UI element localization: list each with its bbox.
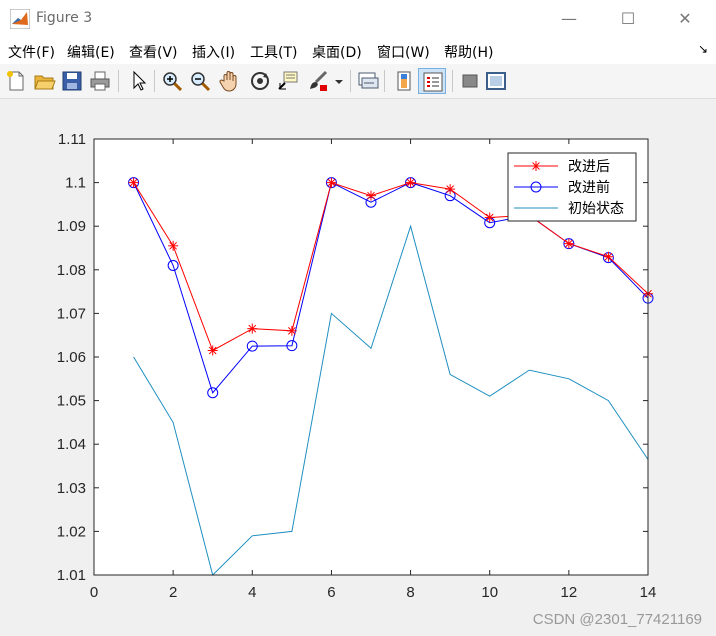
- open-folder-icon[interactable]: [32, 69, 56, 93]
- y-tick-label: 1.06: [57, 349, 86, 366]
- y-tick-label: 1.09: [57, 218, 86, 235]
- x-tick-label: 10: [481, 584, 498, 601]
- menu-view[interactable]: 查看(V): [129, 42, 178, 62]
- save-icon[interactable]: [60, 69, 84, 93]
- zoom-in-icon[interactable]: [160, 69, 184, 93]
- x-tick-label: 4: [248, 584, 256, 601]
- y-tick-label: 1.07: [57, 305, 86, 322]
- colorbar-icon[interactable]: [392, 69, 416, 93]
- menu-bar: 文件(F) 编辑(E) 查看(V) 插入(I) 工具(T) 桌面(D) 窗口(W…: [0, 38, 716, 64]
- y-tick-label: 1.01: [57, 567, 86, 584]
- y-tick-label: 1.1: [65, 175, 86, 192]
- legend-marker: [531, 161, 541, 171]
- pan-hand-icon[interactable]: [218, 69, 242, 93]
- y-tick-label: 1.11: [58, 131, 86, 148]
- menu-window[interactable]: 窗口(W): [377, 42, 430, 62]
- menu-file[interactable]: 文件(F): [8, 42, 55, 62]
- window-title: Figure 3: [36, 10, 93, 26]
- line-chart: 0 2 4 6 8 10 12 14 1.01 1.02 1.03 1.04 1.05 1.06 1.07 1…: [57, 131, 657, 601]
- zoom-out-icon[interactable]: [188, 69, 212, 93]
- maximize-button[interactable]: ☐: [613, 8, 643, 30]
- y-tick-label: 1.02: [57, 523, 86, 540]
- x-tick-label: 6: [327, 584, 335, 601]
- x-tick-label: 8: [406, 584, 414, 601]
- menu-overflow-icon[interactable]: ↘: [698, 42, 708, 56]
- menu-edit[interactable]: 编辑(E): [67, 42, 115, 62]
- data-point: [168, 240, 179, 251]
- hide-plot-tools-icon[interactable]: [458, 69, 482, 93]
- toolbar-separator: [350, 70, 351, 92]
- menu-help[interactable]: 帮助(H): [444, 42, 493, 62]
- link-plot-icon[interactable]: [356, 69, 380, 93]
- matlab-logo-icon: [10, 9, 30, 29]
- menu-desktop[interactable]: 桌面(D): [312, 42, 362, 62]
- new-file-icon[interactable]: [4, 69, 28, 93]
- data-point: [563, 238, 574, 249]
- legend-icon[interactable]: [418, 68, 446, 94]
- y-tick-label: 1.08: [57, 262, 86, 279]
- y-tick-label: 1.04: [57, 436, 86, 453]
- pointer-icon[interactable]: [126, 69, 150, 93]
- data-cursor-icon[interactable]: [276, 69, 300, 93]
- legend-label: 改进前: [568, 179, 610, 196]
- y-tick-label: 1.03: [57, 480, 86, 497]
- data-point: [207, 345, 218, 356]
- toolbar-separator: [384, 70, 385, 92]
- figure-canvas: 0 2 4 6 8 10 12 14 1.01 1.02 1.03 1.04 1.05 1.06 1.07 1…: [0, 99, 716, 636]
- menu-tools[interactable]: 工具(T): [250, 42, 297, 62]
- legend-label: 改进后: [568, 159, 610, 175]
- x-tick-label: 14: [640, 584, 657, 601]
- x-tick-label: 12: [561, 584, 578, 601]
- data-point: [286, 325, 297, 336]
- x-tick-label: 0: [90, 584, 98, 601]
- y-tick-label: 1.05: [57, 393, 86, 410]
- brush-icon[interactable]: [306, 69, 330, 93]
- title-bar: Figure 3 — ☐ ✕: [0, 0, 716, 38]
- show-plot-tools-icon[interactable]: [484, 69, 508, 93]
- x-tick-label: 2: [169, 584, 177, 601]
- data-point: [445, 184, 456, 195]
- toolbar-separator: [118, 70, 119, 92]
- minimize-button[interactable]: —: [554, 8, 584, 30]
- figure-toolbar: [0, 64, 716, 99]
- legend: 改进后改进前初始状态: [507, 152, 637, 222]
- toolbar-separator: [452, 70, 453, 92]
- rotate-3d-icon[interactable]: [248, 69, 272, 93]
- toolbar-separator: [154, 70, 155, 92]
- print-icon[interactable]: [88, 69, 112, 93]
- watermark: CSDN @2301_77421169: [532, 611, 702, 628]
- data-point: [247, 323, 258, 334]
- data-point: [603, 251, 614, 262]
- legend-label: 初始状态: [568, 200, 624, 217]
- close-button[interactable]: ✕: [670, 8, 700, 30]
- menu-insert[interactable]: 插入(I): [192, 42, 235, 62]
- dropdown-arrow-icon[interactable]: [332, 69, 346, 93]
